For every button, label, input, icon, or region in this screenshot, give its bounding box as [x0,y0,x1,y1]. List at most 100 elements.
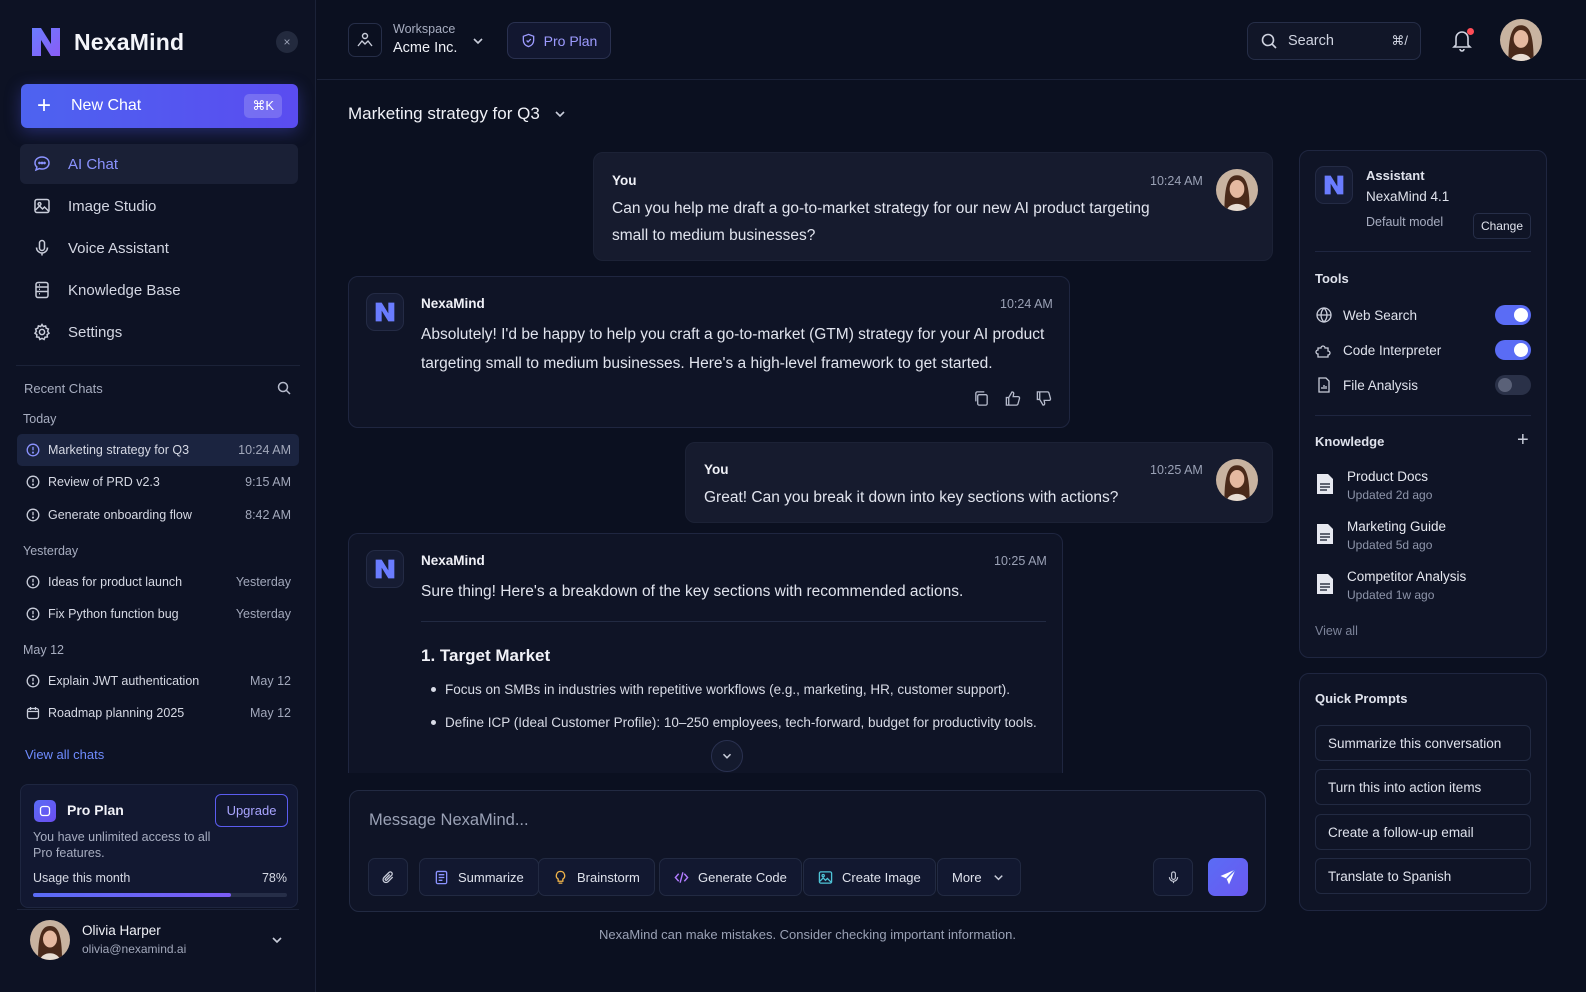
user-avatar [30,919,70,960]
nav-label: AI Chat [68,155,119,173]
chat-history-icon [26,475,40,489]
voice-input-button[interactable] [1153,858,1193,896]
recent-chat-item[interactable]: Marketing strategy for Q3 10:24 AM [17,434,299,466]
close-sidebar-button[interactable]: × [276,31,298,53]
message-body: Absolutely! I'd be happy to help you cra… [421,320,1051,378]
change-model-button[interactable]: Change [1473,213,1531,239]
knowledge-item[interactable]: Product Docs Updated 2d ago [1315,469,1432,502]
recent-chat-item[interactable]: Review of PRD v2.3 9:15 AM [17,466,299,498]
microphone-icon [1168,870,1178,883]
thumbs-down-icon[interactable] [1035,390,1052,407]
upgrade-button[interactable]: Upgrade [215,794,288,827]
generate-code-label: Generate Code [698,869,787,885]
chat-bubble-icon [34,156,50,172]
bullet-text: Define ICP (Ideal Customer Profile): 10–… [445,715,1037,730]
search-icon[interactable] [276,380,292,396]
user-info: Olivia Harper olivia@nexamind.ai [82,923,186,956]
quick-prompt-button[interactable]: Summarize this conversation [1315,725,1531,761]
notifications-button[interactable] [1449,27,1475,53]
nav-item-voice-assistant[interactable]: Voice Assistant [20,228,298,268]
chat-history-icon [26,674,40,688]
nav-item-ai-chat[interactable]: AI Chat [20,144,298,184]
copy-icon[interactable] [973,390,990,407]
knowledge-title: Product Docs [1347,469,1429,484]
brand[interactable]: NexaMind [28,24,184,60]
view-all-knowledge-link[interactable]: View all [1315,624,1358,638]
usage-progress-bar [33,893,287,897]
chat-title-dropdown[interactable]: Marketing strategy for Q3 [348,104,568,124]
message-time: 10:25 AM [1150,463,1203,477]
recent-chats-header: Recent Chats [24,380,292,396]
recent-chat-item[interactable]: Generate onboarding flow 8:42 AM [17,499,299,531]
toggle-knob [1514,308,1528,322]
send-icon [1220,869,1236,885]
recent-chat-item[interactable]: Explain JWT authentication May 12 [17,665,299,697]
nav-item-image-studio[interactable]: Image Studio [20,186,298,226]
add-knowledge-icon[interactable]: + [1517,430,1529,450]
usage-percent: 78% [261,871,287,885]
tool-web-search: Web Search [1315,303,1531,327]
panel-divider [1315,415,1531,416]
generate-code-button[interactable]: Generate Code [659,858,802,896]
message-time: 10:24 AM [1150,174,1203,188]
knowledge-updated: Updated 1w ago [1347,588,1435,602]
pro-plan-pill-label: Pro Plan [543,32,598,49]
scroll-to-bottom-button[interactable] [711,740,743,772]
summarize-label: Summarize [458,869,524,885]
create-image-button[interactable]: Create Image [803,858,936,896]
nav-item-settings[interactable]: Settings [20,312,298,352]
tool-file-analysis: File Analysis [1315,373,1531,397]
attach-button[interactable] [368,858,408,896]
view-all-chats-link[interactable]: View all chats [25,747,104,762]
workspace-name: Acme Inc. [393,40,458,56]
recent-chat-item[interactable]: Roadmap planning 2025 May 12 [17,697,299,729]
quick-prompt-button[interactable]: Create a follow-up email [1315,814,1531,850]
chat-item-time: Yesterday [235,575,291,589]
tool-label: File Analysis [1343,377,1419,393]
chat-item-title: Generate onboarding flow [48,508,192,522]
send-button[interactable] [1208,858,1248,896]
nav-item-knowledge-base[interactable]: Knowledge Base [20,270,298,310]
user-profile-row[interactable]: Olivia Harper olivia@nexamind.ai [17,909,299,969]
chat-title: Marketing strategy for Q3 [348,104,540,123]
file-analysis-toggle[interactable] [1495,375,1531,395]
sidebar: NexaMind × + New Chat ⌘K AI Chat Image S… [0,0,316,992]
quick-prompt-button[interactable]: Turn this into action items [1315,769,1531,805]
summarize-button[interactable]: Summarize [419,858,539,896]
workspace-selector[interactable]: Workspace Acme Inc. [393,22,457,56]
bullet-item: Define ICP (Ideal Customer Profile): 10–… [431,715,1037,730]
recent-chat-item[interactable]: Fix Python function bug Yesterday [17,598,299,630]
thumbs-up-icon[interactable] [1004,390,1021,407]
message-input[interactable]: Message NexaMind... [369,811,529,830]
knowledge-updated: Updated 2d ago [1347,488,1433,502]
chevron-down-icon[interactable] [269,932,285,948]
web-search-toggle[interactable] [1495,305,1531,325]
profile-avatar[interactable] [1500,19,1542,61]
message-line: Absolutely! I'd be happy to help you cra… [421,326,1045,343]
message-line: small to medium businesses? [612,227,816,244]
workspace-icon[interactable] [348,23,382,57]
chat-history-icon [26,575,40,589]
chevron-down-icon[interactable] [470,33,486,49]
code-interpreter-toggle[interactable] [1495,340,1531,360]
brainstorm-button[interactable]: Brainstorm [538,858,655,896]
new-chat-button[interactable]: + New Chat ⌘K [21,84,298,128]
chat-item-time: Yesterday [235,607,291,621]
nav-label: Settings [68,323,123,341]
lightbulb-icon [555,870,566,884]
global-search-input[interactable]: Search ⌘/ [1247,22,1421,60]
message-line: Great! Can you break it down into key se… [704,489,1119,506]
pro-plan-badge[interactable]: Pro Plan [507,22,611,59]
database-icon [35,281,49,299]
calendar-icon [26,707,40,720]
knowledge-item[interactable]: Marketing Guide Updated 5d ago [1315,519,1446,552]
quick-prompt-button[interactable]: Translate to Spanish [1315,858,1531,894]
tools-label: Tools [1315,271,1349,286]
user-message: You 10:25 AM Great! Can you break it dow… [685,442,1273,523]
knowledge-item[interactable]: Competitor Analysis Updated 1w ago [1315,569,1466,602]
more-actions-button[interactable]: More [937,858,1021,896]
quick-prompts-label: Quick Prompts [1315,691,1408,706]
recent-chat-item[interactable]: Ideas for product launch Yesterday [17,566,299,598]
bullet-item: Focus on SMBs in industries with repetit… [431,682,1010,697]
chat-history-icon [26,508,40,522]
